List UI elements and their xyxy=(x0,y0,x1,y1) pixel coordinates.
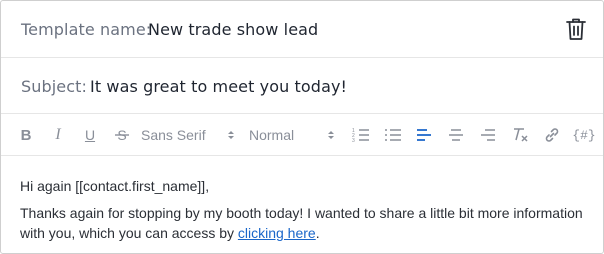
strikethrough-button[interactable]: S xyxy=(113,124,131,146)
template-name-row: Template name: New trade show lead xyxy=(1,1,603,58)
insert-variable-button[interactable]: {#} xyxy=(572,124,596,146)
formatting-toolbar: B I U S Sans Serif Normal 1 2 3 {#} xyxy=(1,114,603,156)
body-paragraph-end: . xyxy=(315,225,320,241)
font-family-select[interactable]: Sans Serif xyxy=(141,124,241,146)
align-right-icon xyxy=(481,129,495,141)
svg-text:3: 3 xyxy=(352,138,355,143)
clear-format-icon xyxy=(514,128,528,142)
body-paragraph: Thanks again for stopping by my booth to… xyxy=(20,203,595,243)
align-center-icon xyxy=(449,129,463,141)
subject-row: Subject: It was great to meet you today! xyxy=(1,58,603,114)
template-name-field[interactable]: New trade show lead xyxy=(148,20,318,39)
link-icon xyxy=(545,128,559,142)
email-template-editor: Template name: New trade show lead Subje… xyxy=(0,0,604,254)
bullet-list-button[interactable] xyxy=(383,124,403,146)
select-caret-icon xyxy=(328,131,334,139)
align-center-button[interactable] xyxy=(446,124,466,146)
select-caret-icon xyxy=(228,131,234,139)
subject-label: Subject: xyxy=(21,77,88,96)
clicking-here-link[interactable]: clicking here xyxy=(238,225,316,241)
template-name-label: Template name: xyxy=(21,20,152,39)
underline-button[interactable]: U xyxy=(81,124,99,146)
bold-button[interactable]: B xyxy=(17,124,35,146)
italic-button[interactable]: I xyxy=(49,124,67,146)
clear-formatting-button[interactable] xyxy=(510,124,530,146)
trash-icon[interactable] xyxy=(565,17,587,41)
email-body-editor[interactable]: Hi again [[contact.first_name]], Thanks … xyxy=(1,156,603,253)
align-left-button[interactable] xyxy=(414,124,434,146)
font-family-value: Sans Serif xyxy=(141,127,206,143)
insert-link-button[interactable] xyxy=(542,124,562,146)
subject-field[interactable]: It was great to meet you today! xyxy=(90,77,347,96)
strike-line-icon xyxy=(115,134,129,136)
align-right-button[interactable] xyxy=(478,124,498,146)
bullet-list-icon xyxy=(385,129,401,141)
font-size-select[interactable]: Normal xyxy=(249,124,339,146)
ordered-list-icon: 1 2 3 xyxy=(352,128,369,143)
align-left-icon xyxy=(417,129,431,141)
body-greeting: Hi again [[contact.first_name]], xyxy=(20,178,210,194)
ordered-list-button[interactable]: 1 2 3 xyxy=(351,124,371,146)
font-size-value: Normal xyxy=(249,127,295,143)
